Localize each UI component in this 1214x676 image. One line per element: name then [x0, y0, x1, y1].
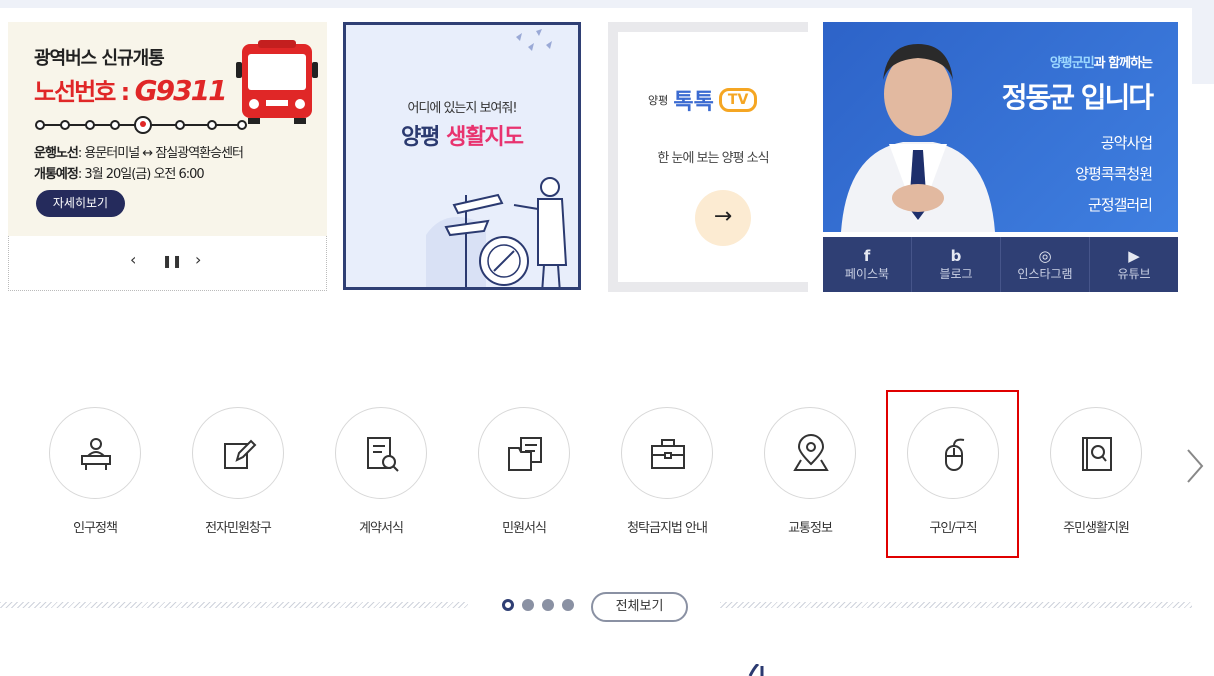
pager-dot[interactable]: [502, 599, 514, 611]
folder-document-icon: [508, 437, 542, 471]
bus-open-info: 개통예정: 3월 20일(금) 오전 6:00: [34, 167, 205, 182]
top-band: [0, 0, 1214, 8]
bus-route-number: 노선번호 : G9311: [34, 74, 228, 107]
governor-subtitle: 양평군민과 함께하는: [1049, 56, 1153, 71]
bus-icon: [236, 40, 318, 124]
quick-menu-label: 교통정보: [788, 521, 833, 536]
bus-banner[interactable]: 광역버스 신규개통 노선번호 : G9311 운행노선: 용문터미널 ↔ 잠실광…: [8, 22, 327, 236]
tv-description: 한 눈에 보는 양평 소식: [657, 151, 769, 166]
quick-menu-traffic[interactable]: 교통정보: [762, 407, 858, 536]
prev-slide-button[interactable]: ‹: [130, 250, 136, 269]
partial-decoration: [748, 664, 764, 676]
pause-slide-button[interactable]: ❚❚: [162, 254, 182, 268]
edit-icon: [224, 439, 257, 469]
signpost-person-illustration: [426, 177, 568, 287]
tv-card-inner: 양평 톡톡 TV 한 눈에 보는 양평 소식 →: [618, 32, 808, 282]
pledge-link[interactable]: 공약사업: [1101, 132, 1153, 153]
governor-name: 정동균 입니다: [1001, 81, 1154, 114]
bus-detail-button[interactable]: 자세히보기: [36, 190, 125, 217]
petition-link[interactable]: 양평콕콕청원: [1075, 163, 1153, 184]
map-title: 양평 생활지도: [400, 125, 524, 150]
pager-hatch-left: [0, 602, 468, 608]
book-search-icon: [1082, 437, 1112, 471]
instagram-link[interactable]: ◎ 인스타그램: [1001, 237, 1090, 292]
quick-menu-anti-graft[interactable]: 청탁금지법 안내: [619, 407, 715, 536]
quick-menu-label: 청탁금지법 안내: [627, 521, 708, 536]
quick-menu-contract-forms[interactable]: 계약서식: [333, 407, 429, 536]
right-band: [1192, 0, 1214, 84]
view-all-button[interactable]: 전체보기: [591, 592, 688, 622]
location-pin-icon: [793, 434, 829, 471]
instagram-icon: ◎: [1038, 247, 1052, 265]
selection-highlight: [886, 390, 1019, 558]
pager-dots: [502, 599, 574, 611]
pager-dot[interactable]: [542, 599, 554, 611]
governor-banner[interactable]: 양평군민과 함께하는 정동균 입니다 공약사업 양평콕콕청원 군정갤러리: [823, 22, 1178, 232]
facebook-link[interactable]: f 페이스북: [823, 237, 912, 292]
map-subtitle: 어디에 있는지 보여줘!: [407, 101, 517, 116]
quick-menu-label: 민원서식: [502, 521, 547, 536]
route-line-graphic: [35, 116, 247, 134]
quick-menu-circle: [621, 407, 713, 499]
briefcase-icon: [651, 439, 685, 469]
living-map-banner[interactable]: 어디에 있는지 보여줘! 양평 생활지도: [343, 22, 581, 290]
youtube-icon: ▶: [1128, 247, 1140, 265]
pager-dot[interactable]: [522, 599, 534, 611]
quick-menu-label: 계약서식: [359, 521, 404, 536]
quick-menu-civil-forms[interactable]: 민원서식: [476, 407, 572, 536]
quick-menu-label: 인구정책: [73, 521, 118, 536]
pager-hatch-right: [720, 602, 1192, 608]
bus-banner-title: 광역버스 신규개통: [34, 48, 165, 69]
quick-menu-next-arrow[interactable]: [1184, 448, 1206, 484]
tv-go-button[interactable]: →: [695, 190, 751, 246]
blog-icon: b: [950, 247, 962, 265]
quick-menu-circle: [1050, 407, 1142, 499]
quick-menu-label: 주민생활지원: [1063, 521, 1130, 536]
quick-menu-circle: [192, 407, 284, 499]
next-slide-button[interactable]: ›: [195, 250, 201, 269]
quick-menu-circle: [764, 407, 856, 499]
quick-menu-circle: [335, 407, 427, 499]
population-icon: [81, 438, 111, 470]
governor-photo: [841, 44, 995, 232]
decor-triangles: [516, 29, 552, 51]
quick-menu-label: 전자민원창구: [205, 521, 272, 536]
bus-route-info: 운행노선: 용문터미널 ↔ 잠실광역환승센터: [34, 146, 244, 161]
document-search-icon: [367, 437, 399, 472]
quick-menu-resident-support[interactable]: 주민생활지원: [1048, 407, 1144, 536]
tok-tok-tv-logo: 양평 톡톡 TV: [648, 84, 758, 116]
youtube-link[interactable]: ▶ 유튜브: [1090, 237, 1178, 292]
quick-menu-e-civil[interactable]: 전자민원창구: [190, 407, 286, 536]
slider-controls: ‹ ❚❚ ›: [8, 236, 327, 291]
blog-link[interactable]: b 블로그: [912, 237, 1001, 292]
pager-dot[interactable]: [562, 599, 574, 611]
tok-tok-tv-banner[interactable]: 양평 톡톡 TV 한 눈에 보는 양평 소식 →: [608, 22, 808, 292]
social-links-bar: f 페이스북 b 블로그 ◎ 인스타그램 ▶ 유튜브: [823, 237, 1178, 292]
quick-menu-population[interactable]: 인구정책: [47, 407, 143, 536]
quick-menu-circle: [49, 407, 141, 499]
facebook-icon: f: [863, 247, 871, 265]
quick-menu-circle: [478, 407, 570, 499]
tv-icon: TV: [718, 88, 758, 112]
gallery-link[interactable]: 군정갤러리: [1088, 194, 1153, 215]
